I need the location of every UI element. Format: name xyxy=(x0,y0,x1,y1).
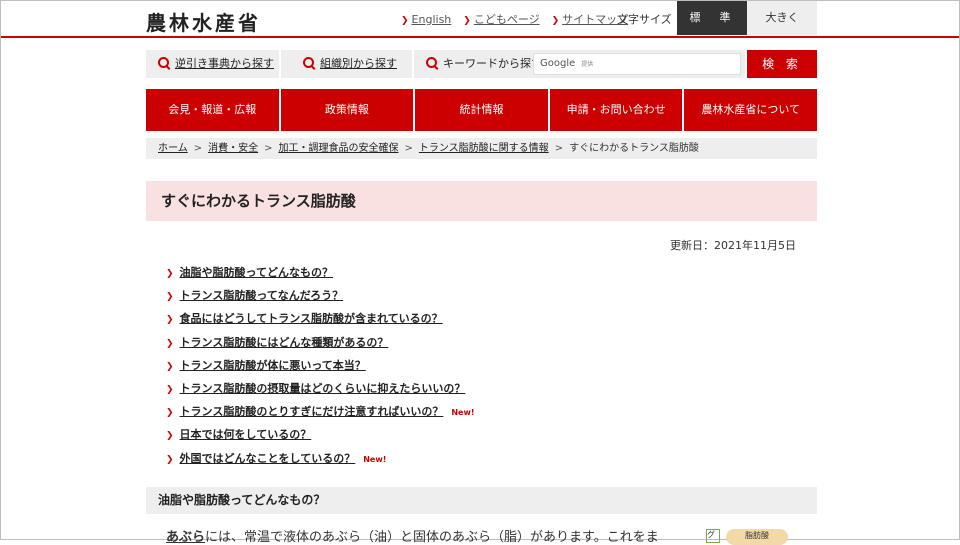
toc-item[interactable]: ❯ トランス脂肪酸のとりすぎにだけ注意すればいいの？ New! xyxy=(166,404,475,427)
link-text[interactable]: English xyxy=(412,13,452,26)
toc-item[interactable]: ❯ 油脂や脂肪酸ってどんなもの？ xyxy=(166,265,475,288)
arrow-icon: ❯ xyxy=(166,361,174,372)
google-brand: Google xyxy=(540,58,576,69)
search-icon xyxy=(158,57,169,68)
arrow-icon: ❯ xyxy=(463,16,471,26)
arrow-icon: ❯ xyxy=(166,292,174,303)
page-title: すぐにわかるトランス脂肪酸 xyxy=(146,181,817,221)
search-icon xyxy=(303,57,314,68)
breadcrumb-separator: > xyxy=(404,143,413,154)
arrow-icon: ❯ xyxy=(166,454,174,465)
link-text[interactable]: こどもページ xyxy=(474,13,540,26)
utility-links: ❯ English ❯ こどもページ ❯ サイトマップ xyxy=(401,11,628,27)
search-icon xyxy=(426,57,437,68)
font-size-label: 文字サイズ xyxy=(617,13,672,26)
toc-item[interactable]: ❯ トランス脂肪酸にはどんな種類があるの？ xyxy=(166,335,475,358)
utility-link-english[interactable]: ❯ English xyxy=(401,13,451,26)
font-size-large-button[interactable]: 大きく xyxy=(747,1,817,35)
breadcrumb: ホーム > 消費・安全 > 加工・調理食品の安全確保 > トランス脂肪酸に関する情報 > すぐに… xyxy=(146,138,817,159)
para-term: あぶら xyxy=(166,530,206,545)
new-badge: New! xyxy=(363,454,387,464)
new-badge: New! xyxy=(451,408,475,418)
breadcrumb-processed-food[interactable]: 加工・調理食品の安全確保 xyxy=(278,143,398,154)
breadcrumb-current: すぐにわかるトランス脂肪酸 xyxy=(569,143,699,154)
arrow-icon: ❯ xyxy=(166,384,174,395)
site-logo[interactable]: 農林水産省 xyxy=(146,7,261,36)
toc-item[interactable]: ❯ トランス脂肪酸ってなんだろう？ xyxy=(166,288,475,311)
header-divider xyxy=(1,36,959,38)
breadcrumb-separator: > xyxy=(264,143,273,154)
para-text: には、常温で液体のあぶら（油）と固体のあぶら（脂）があります。これをま xyxy=(205,530,659,545)
utility-link-kids[interactable]: ❯ こどもページ xyxy=(463,11,539,27)
font-size-standard-button[interactable]: 標 準 xyxy=(677,1,747,35)
button-label[interactable]: 逆引き事典から探す xyxy=(175,57,274,70)
toc-item[interactable]: ❯ 日本では何をしているの？ xyxy=(166,427,475,450)
arrow-icon: ❯ xyxy=(166,338,174,349)
search-submit-button[interactable]: 検 索 xyxy=(747,50,817,78)
updated-date: 更新日：2021年11月5日 xyxy=(670,239,796,252)
keyword-label: キーワードから探す xyxy=(443,57,542,70)
toc-item[interactable]: ❯ トランス脂肪酸が体に悪いって本当？ xyxy=(166,358,475,381)
illustration: グ 脂肪酸 xyxy=(706,529,790,545)
arrow-icon: ❯ xyxy=(166,408,174,419)
nav-item-about[interactable]: 農林水産省について xyxy=(684,89,817,131)
toc-link[interactable]: トランス脂肪酸のとりすぎにだけ注意すればいいの？ xyxy=(180,405,444,418)
arrow-icon: ❯ xyxy=(401,15,409,26)
toc-link[interactable]: 食品にはどうしてトランス脂肪酸が含まれているの？ xyxy=(180,312,443,325)
breadcrumb-home[interactable]: ホーム xyxy=(158,143,188,154)
toc-item[interactable]: ❯ トランス脂肪酸の摂取量はどのくらいに抑えたらいいの？ xyxy=(166,381,475,404)
section-paragraph: あぶらには、常温で液体のあぶら（油）と固体のあぶら（脂）があります。これをま xyxy=(166,526,659,545)
reverse-lookup-button[interactable]: 逆引き事典から探す xyxy=(146,50,279,78)
toc-link[interactable]: トランス脂肪酸の摂取量はどのくらいに抑えたらいいの？ xyxy=(180,382,466,395)
nav-item-press[interactable]: 会見・報道・広報 xyxy=(146,89,279,131)
org-search-button[interactable]: 組織別から探す xyxy=(281,50,412,78)
nav-item-application[interactable]: 申請・お問い合わせ xyxy=(549,89,683,131)
nav-item-statistics[interactable]: 統計情報 xyxy=(415,89,548,131)
toc-link[interactable]: トランス脂肪酸が体に悪いって本当？ xyxy=(180,359,366,372)
nav-item-policy[interactable]: 政策情報 xyxy=(280,89,414,131)
toc-link[interactable]: トランス脂肪酸ってなんだろう？ xyxy=(180,289,344,302)
toc-link[interactable]: 外国ではどんなことをしているの？ xyxy=(180,452,356,465)
toc-item[interactable]: ❯ 食品にはどうしてトランス脂肪酸が含まれているの？ xyxy=(166,311,475,334)
breadcrumb-separator: > xyxy=(193,143,203,154)
site-header: 農林水産省 ❯ English ❯ こどもページ ❯ サイトマップ 文字サイズ 標 準… xyxy=(1,1,959,36)
section-heading: 油脂や脂肪酸ってどんなもの？ xyxy=(146,487,817,514)
toc-link[interactable]: 日本では何をしているの？ xyxy=(180,428,312,441)
breadcrumb-trans-fat[interactable]: トランス脂肪酸に関する情報 xyxy=(419,143,549,154)
illustration-badge: 脂肪酸 xyxy=(726,529,788,545)
google-suffix: 提供 xyxy=(581,61,594,68)
breadcrumb-consumption[interactable]: 消費・安全 xyxy=(208,143,258,154)
breadcrumb-separator: > xyxy=(554,143,564,154)
search-input[interactable]: Google 提供 xyxy=(533,53,741,75)
arrow-icon: ❯ xyxy=(166,269,174,279)
illustration-g-box: グ xyxy=(706,529,720,543)
toc-item[interactable]: ❯ 外国ではどんなことをしているの？ New! xyxy=(166,451,475,474)
arrow-icon: ❯ xyxy=(166,431,174,442)
toc-link[interactable]: 油脂や脂肪酸ってどんなもの？ xyxy=(180,266,333,279)
arrow-icon: ❯ xyxy=(166,315,174,326)
arrow-icon: ❯ xyxy=(551,16,560,26)
button-label[interactable]: 組織別から探す xyxy=(320,57,397,70)
table-of-contents: ❯ 油脂や脂肪酸ってどんなもの？ ❯ トランス脂肪酸ってなんだろう？ ❯ 食品にはどう… xyxy=(166,265,475,474)
toc-link[interactable]: トランス脂肪酸にはどんな種類があるの？ xyxy=(180,336,389,349)
global-nav: 会見・報道・広報 政策情報 統計情報 申請・お問い合わせ 農林水産省について xyxy=(146,89,817,131)
